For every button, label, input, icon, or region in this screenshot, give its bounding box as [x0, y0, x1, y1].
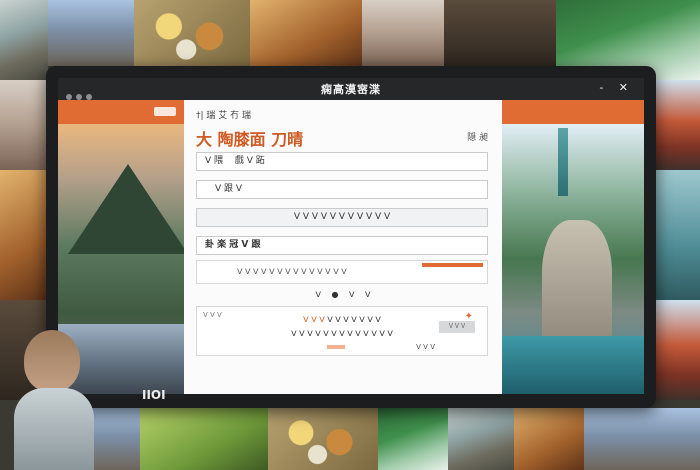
- photo-bottom-6: [514, 408, 584, 470]
- app-screen: 痫高漠宻渫 - ✕ †| 瑞 艾 冇 瑞 大 陶膝面 刀晴 隠 昶 ᐯ 隈 戲 …: [58, 78, 644, 394]
- card-line-1-text: ᐯ ᐯ ᐯ ᐯ ᐯ ᐯ ᐯ: [327, 315, 381, 324]
- card-mini-text: ᐯ ᐯ ᐯ: [416, 343, 435, 351]
- photo-left-2: [0, 170, 46, 300]
- pager-item[interactable]: ᐯ: [349, 290, 354, 299]
- window-title: 痫高漠宻渫: [321, 83, 381, 96]
- photo-right-1: [656, 80, 700, 170]
- pager-item[interactable]: ᐯ: [315, 290, 320, 299]
- progress-fill: [422, 263, 483, 267]
- photo-dishes: [250, 0, 362, 66]
- photo-vendor: [362, 0, 444, 66]
- progress-label: ᐯ ᐯ ᐯ ᐯ ᐯ ᐯ ᐯ ᐯ ᐯ ᐯ ᐯ ᐯ ᐯ ᐯ: [237, 267, 347, 276]
- photo-left-1: [0, 80, 46, 170]
- photo-bottom-5: [448, 408, 514, 470]
- window-titlebar: 痫高漠宻渫 - ✕: [58, 78, 644, 100]
- cliff-photo: [502, 124, 644, 394]
- photo-street: [0, 0, 48, 80]
- person-photo: [14, 330, 94, 470]
- monitor-frame: 痫高漠宻渫 - ✕ †| 瑞 艾 冇 瑞 大 陶膝面 刀晴 隠 昶 ᐯ 隈 戲 …: [46, 66, 656, 408]
- pager: ᐯ ● ᐯ ᐯ: [184, 290, 502, 299]
- right-panel-bar: [502, 100, 644, 124]
- page-title: 大 陶膝面 刀晴: [196, 130, 304, 149]
- bottom-caption: IIOI: [142, 388, 166, 402]
- input-row-3[interactable]: ᐯ ᐯ ᐯ ᐯ ᐯ ᐯ ᐯ ᐯ ᐯ ᐯ ᐯ: [196, 208, 488, 227]
- pager-dot-icon[interactable]: ●: [331, 290, 338, 299]
- photo-bottom-2: [140, 408, 268, 470]
- person-head: [24, 330, 80, 392]
- panel-menu-icon[interactable]: [154, 107, 176, 116]
- edit-link[interactable]: 隠 昶: [467, 130, 488, 143]
- photo-food: [134, 0, 250, 66]
- photo-bottom-3: [268, 408, 378, 470]
- input-row-2[interactable]: ᐯ 跟 ᐯ: [196, 180, 488, 199]
- input-row-1[interactable]: ᐯ 隈 戲 ᐯ 跖: [196, 152, 488, 171]
- progress-block: ᐯ ᐯ ᐯ ᐯ ᐯ ᐯ ᐯ ᐯ ᐯ ᐯ ᐯ ᐯ ᐯ ᐯ: [196, 260, 488, 284]
- card-accent-line: [327, 345, 345, 349]
- card-button[interactable]: ᐯ ᐯ ᐯ: [439, 321, 475, 333]
- main-content-panel: †| 瑞 艾 冇 瑞 大 陶膝面 刀晴 隠 昶 ᐯ 隈 戲 ᐯ 跖 ᐯ 跟 ᐯ …: [184, 100, 502, 394]
- photo-bottom-7: [584, 408, 700, 470]
- person-body: [14, 388, 94, 470]
- taipei-tower-shape: [558, 128, 568, 196]
- photo-right-3: [656, 300, 700, 400]
- breadcrumb: †| 瑞 艾 冇 瑞: [196, 111, 251, 121]
- window-controls-icon[interactable]: - ✕: [599, 81, 634, 94]
- sea-shape: [502, 336, 644, 394]
- left-panel-bar: [58, 100, 184, 124]
- photo-bottom-4: [378, 408, 448, 470]
- mountain-peak-shape: [68, 164, 184, 254]
- photo-right-2: [656, 170, 700, 300]
- photo-stall: [444, 0, 556, 66]
- input-row-4[interactable]: 卦 楽 冠 ᐯ 跟: [196, 236, 488, 255]
- card-highlight: ᐯ ᐯ ᐯ: [303, 315, 325, 324]
- cliff-rock-shape: [542, 220, 612, 350]
- photo-building: [48, 0, 134, 66]
- info-card: ᐯ ᐯ ᐯ ᐯ ᐯ ᐯ ᐯ ᐯ ᐯ ᐯ ᐯ ᐯ ᐯ ᐯ ᐯ ᐯ ᐯ ᐯ ᐯ ᐯ …: [196, 306, 488, 356]
- right-photo-panel: [502, 100, 644, 394]
- pager-item[interactable]: ᐯ: [365, 290, 370, 299]
